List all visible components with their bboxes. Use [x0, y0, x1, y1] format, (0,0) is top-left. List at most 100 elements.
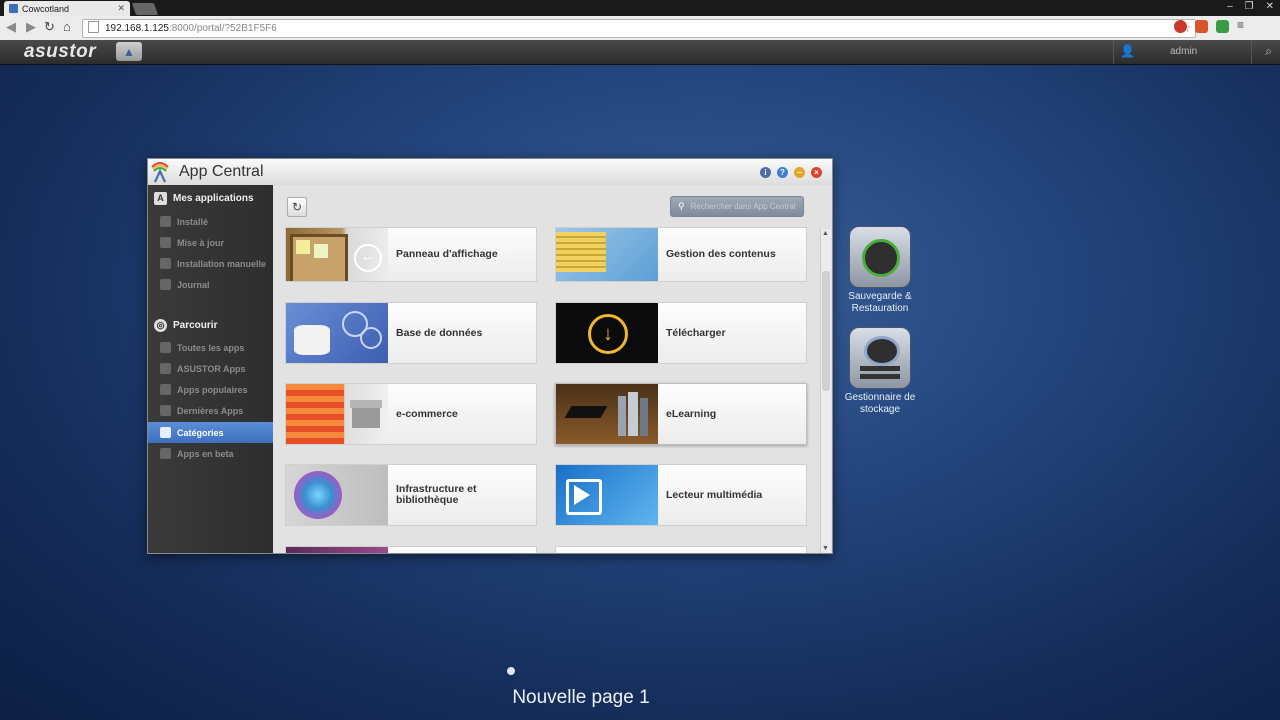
update-icon: [160, 237, 171, 248]
forward-icon[interactable]: ▶: [26, 19, 36, 35]
search-placeholder: Rechercher dans App Central: [690, 202, 796, 211]
category-label: eLearning: [666, 407, 717, 420]
refresh-button[interactable]: ↻: [287, 197, 307, 217]
url-field[interactable]: 192.168.1.125:8000/portal/?52B1F5F6 ☆: [82, 19, 1196, 38]
sidebar-item-asustor-apps[interactable]: ASUSTOR Apps: [148, 358, 273, 379]
category-card-bulletin[interactable]: ← Panneau d'affichage: [285, 227, 537, 282]
section-label: Parcourir: [173, 320, 218, 331]
log-icon: [160, 279, 171, 290]
globe-icon: [286, 465, 388, 525]
back-icon[interactable]: ◀: [6, 19, 16, 35]
content-management-icon: [556, 228, 658, 281]
category-label: Télécharger: [666, 326, 726, 339]
sidebar-item-label: Catégories: [177, 427, 224, 438]
page-indicator-dot[interactable]: [507, 667, 515, 675]
category-label: Panneau d'affichage: [396, 248, 498, 260]
extension-icon[interactable]: [1195, 20, 1208, 33]
category-card-elearning[interactable]: eLearning: [555, 383, 807, 445]
search-icon[interactable]: ⌕: [1265, 44, 1272, 59]
media-player-icon: [556, 465, 658, 525]
sidebar-item-log[interactable]: Journal: [148, 274, 273, 295]
close-window-button[interactable]: ×: [811, 167, 822, 178]
menu-icon[interactable]: ≡: [1237, 19, 1250, 33]
sidebar-section-my-apps: A Mes applications: [154, 192, 254, 205]
category-label: Base de données: [396, 326, 483, 339]
url-host: 192.168.1.125: [105, 23, 169, 34]
installed-icon: [160, 216, 171, 227]
category-card-download[interactable]: ↓ Télécharger: [555, 302, 807, 364]
scrollbar[interactable]: ▲ ▼: [820, 229, 831, 553]
sidebar-item-label: Installé: [177, 216, 209, 227]
address-bar: ◀ ▶ ↻ ⌂ 192.168.1.125:8000/portal/?52B1F…: [0, 16, 1280, 41]
category-card-partial[interactable]: [555, 546, 807, 553]
close-window-icon[interactable]: ✕: [1266, 1, 1274, 12]
scroll-up-icon[interactable]: ▲: [822, 230, 829, 237]
sidebar-item-all-apps[interactable]: Toutes les apps: [148, 337, 273, 358]
page-icon: [88, 21, 99, 33]
window-header[interactable]: App Central i ? – ×: [148, 159, 832, 186]
folder-icon: [160, 258, 171, 269]
category-card-database[interactable]: Base de données: [285, 302, 537, 364]
reload-icon[interactable]: ↻: [44, 19, 55, 35]
asustor-taskbar: asustor ▲ 👤 admin ⌕: [0, 40, 1280, 65]
minimize-window-icon[interactable]: –: [794, 167, 805, 178]
category-thumb: [286, 547, 388, 553]
sidebar-item-label: Mise à jour: [177, 237, 225, 248]
window-title: App Central: [179, 163, 264, 180]
sidebar: A Mes applications Installé Mise à jour I…: [148, 185, 275, 553]
app-central-window: App Central i ? – × A Mes applications In…: [147, 158, 833, 554]
sidebar-item-popular[interactable]: Apps populaires: [148, 379, 273, 400]
category-label: Lecteur multimédia: [666, 488, 763, 501]
category-card-partial[interactable]: [285, 546, 537, 553]
sidebar-item-label: Installation manuelle: [177, 258, 267, 269]
bulletin-board-icon: ←: [286, 228, 388, 281]
tab-title: Cowcotland: [22, 3, 70, 14]
category-card-ecommerce[interactable]: e-commerce: [285, 383, 537, 445]
app-central-icon: A: [154, 192, 167, 205]
grid-icon: [160, 342, 171, 353]
window-buttons: i ? – ×: [760, 167, 822, 178]
minimize-icon[interactable]: –: [1227, 1, 1233, 12]
desktop-icon-backup[interactable]: Sauvegarde & Restauration: [837, 226, 923, 315]
home-icon[interactable]: ⌂: [63, 19, 71, 34]
backup-restore-icon: [849, 226, 911, 288]
sidebar-item-categories[interactable]: Catégories: [148, 422, 275, 443]
sidebar-item-latest[interactable]: Dernières Apps: [148, 400, 273, 421]
sidebar-item-label: ASUSTOR Apps: [177, 363, 246, 374]
new-tab-button[interactable]: [131, 3, 159, 15]
scrollbar-thumb[interactable]: [822, 271, 830, 391]
sidebar-section-browse: ◎ Parcourir: [154, 319, 217, 332]
sidebar-item-installed[interactable]: Installé: [148, 211, 273, 232]
page-label: Nouvelle page 1: [512, 687, 650, 708]
search-icon: ⚲: [678, 201, 685, 211]
sidebar-item-update[interactable]: Mise à jour: [148, 232, 273, 253]
extension-icon[interactable]: [1216, 20, 1229, 33]
sidebar-item-label: Apps en beta: [177, 448, 234, 459]
section-label: Mes applications: [173, 193, 254, 204]
desktop-icon-storage[interactable]: Gestionnaire de stockage: [837, 327, 923, 416]
category-label: Gestion des contenus: [666, 248, 776, 260]
maximize-icon[interactable]: ❐: [1245, 1, 1254, 12]
asustor-apps-icon: [160, 363, 171, 374]
help-icon[interactable]: ?: [777, 167, 788, 178]
category-card-infrastructure[interactable]: Infrastructure et bibliothèque: [285, 464, 537, 526]
category-card-media-player[interactable]: Lecteur multimédia: [555, 464, 807, 526]
user-menu[interactable]: 👤 admin: [1113, 40, 1252, 64]
browser-tab[interactable]: Cowcotland ✕: [4, 1, 130, 16]
username: admin: [1170, 46, 1198, 57]
sidebar-item-manual-install[interactable]: Installation manuelle: [148, 253, 273, 274]
info-icon[interactable]: i: [760, 167, 771, 178]
tab-close-icon[interactable]: ✕: [117, 3, 125, 14]
main-content: ↻ ⚲ Rechercher dans App Central ← Panneau…: [273, 185, 832, 553]
url-path: :8000/portal/?52B1F5F6: [168, 23, 277, 34]
sidebar-item-beta[interactable]: Apps en beta: [148, 443, 273, 464]
app-central-taskbar-icon[interactable]: ▲: [116, 42, 142, 61]
storage-manager-icon: [849, 327, 911, 389]
extension-icon[interactable]: [1174, 20, 1187, 33]
category-card-content-management[interactable]: Gestion des contenus: [555, 227, 807, 282]
window-controls: – ❐ ✕: [1227, 1, 1274, 12]
scroll-down-icon[interactable]: ▼: [822, 545, 829, 552]
star-icon: [160, 384, 171, 395]
asustor-logo: asustor: [24, 41, 97, 62]
search-input[interactable]: ⚲ Rechercher dans App Central: [670, 196, 804, 217]
